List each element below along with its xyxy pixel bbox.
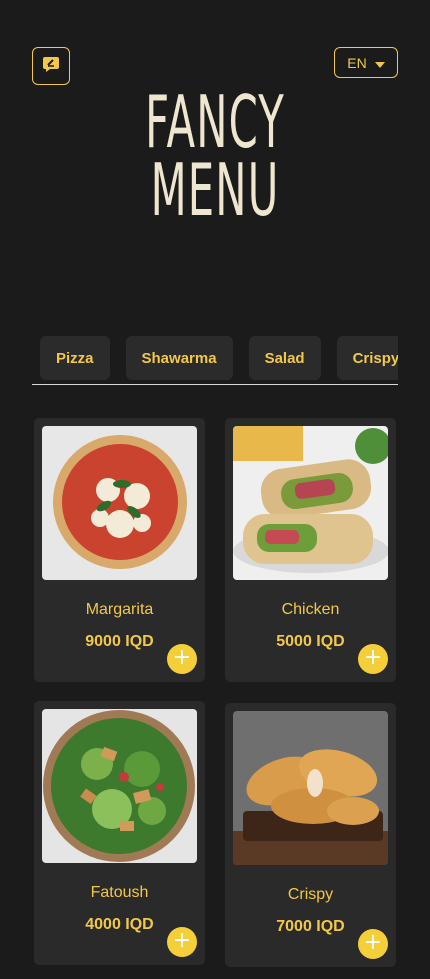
- plus-icon: +: [172, 928, 192, 953]
- item-name: Fatoush: [90, 884, 149, 901]
- salad-image: [42, 709, 197, 863]
- caret-down-icon: [374, 55, 385, 71]
- add-to-cart-button[interactable]: +: [358, 929, 388, 959]
- logo: FANCY MENU: [0, 80, 430, 233]
- item-name: Chicken: [281, 601, 340, 618]
- language-select[interactable]: EN: [334, 47, 398, 78]
- language-label: EN: [347, 54, 367, 71]
- tab-shawarma[interactable]: Shawarma: [125, 336, 233, 380]
- feedback-button[interactable]: [32, 47, 70, 85]
- logo-line-2: MENU: [150, 148, 280, 233]
- pizza-image: [42, 426, 197, 580]
- add-to-cart-button[interactable]: +: [358, 644, 388, 674]
- add-to-cart-button[interactable]: +: [167, 644, 197, 674]
- logo-line-1: FANCY: [145, 80, 285, 164]
- tab-crispy[interactable]: Crispy: [336, 336, 398, 380]
- item-name: Margarita: [85, 601, 154, 618]
- plus-icon: +: [363, 930, 383, 955]
- menu-item-card[interactable]: Margarita 9000 IQD +: [34, 418, 205, 682]
- tab-pizza[interactable]: Pizza: [40, 336, 110, 380]
- crispy-chicken-image: [233, 711, 388, 865]
- shawarma-image: [233, 426, 388, 580]
- item-name: Crispy: [287, 886, 334, 903]
- plus-icon: +: [172, 645, 192, 670]
- menu-item-card[interactable]: Chicken 5000 IQD +: [225, 418, 396, 682]
- plus-icon: +: [363, 645, 383, 670]
- add-to-cart-button[interactable]: +: [167, 927, 197, 957]
- tab-salad[interactable]: Salad: [248, 336, 321, 380]
- menu-item-card[interactable]: Crispy 7000 IQD +: [225, 703, 396, 967]
- menu-item-card[interactable]: Fatoush 4000 IQD +: [34, 701, 205, 965]
- edit-note-icon: [42, 55, 60, 78]
- category-tabs: Pizza Shawarma Salad Crispy: [32, 336, 398, 385]
